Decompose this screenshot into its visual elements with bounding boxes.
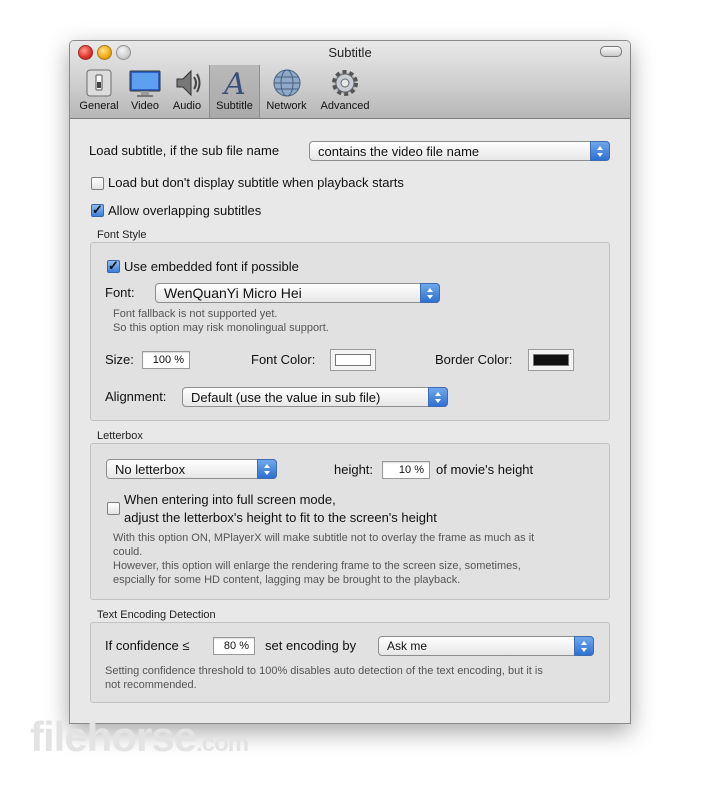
alignment-popup[interactable]: Default (use the value in sub file) — [182, 387, 448, 407]
encoding-heading: Text Encoding Detection — [97, 609, 216, 621]
watermark-logo: filehorse.com — [30, 713, 249, 761]
window-title: Subtitle — [328, 45, 372, 60]
tab-label: General — [79, 100, 119, 112]
font-label: Font: — [105, 285, 135, 300]
allow-overlap-checkbox[interactable] — [91, 202, 104, 218]
tab-label: Network — [266, 100, 307, 112]
tab-general[interactable]: General — [78, 65, 120, 118]
font-color-swatch — [335, 354, 371, 366]
svg-text:A: A — [221, 68, 246, 98]
letterbox-note1-line1: With this option ON, MPlayerX will make … — [113, 532, 535, 544]
gear-icon — [332, 70, 358, 96]
border-color-well[interactable] — [528, 349, 574, 371]
tab-label: Video — [131, 100, 159, 112]
letterbox-note1-line2: could. — [113, 546, 143, 558]
load-no-display-label: Load but don't display subtitle when pla… — [108, 175, 404, 190]
tab-label: Subtitle — [216, 100, 253, 112]
watermark-suffix: .com — [196, 730, 249, 757]
popup-value: contains the video file name — [318, 144, 480, 159]
tab-video[interactable]: Video — [124, 65, 166, 118]
tab-advanced[interactable]: Advanced — [316, 65, 374, 118]
tab-label: Advanced — [320, 100, 370, 112]
confidence-label: If confidence ≤ — [105, 638, 190, 653]
popup-arrows-icon — [590, 141, 610, 161]
popup-value: WenQuanYi Micro Hei — [164, 285, 302, 301]
fullscreen-letterbox-checkbox[interactable] — [107, 502, 120, 515]
letterbox-heading: Letterbox — [97, 430, 143, 442]
switch-icon — [86, 69, 112, 97]
monitor-icon — [129, 70, 161, 97]
tab-label: Audio — [172, 100, 202, 112]
set-encoding-label: set encoding by — [265, 638, 357, 653]
font-color-label: Font Color: — [251, 352, 316, 367]
popup-arrows-icon — [257, 459, 277, 479]
letterbox-height-field[interactable]: 10 % — [382, 461, 430, 479]
font-note-line1: Font fallback is not supported yet. — [113, 308, 278, 320]
letterbox-popup[interactable]: No letterbox — [106, 459, 277, 479]
popup-arrows-icon — [428, 387, 448, 407]
size-field[interactable]: 100 % — [142, 351, 190, 369]
speaker-icon — [176, 69, 201, 97]
alignment-label: Alignment: — [105, 389, 167, 404]
encoding-note-line2: not recommended. — [105, 679, 197, 691]
use-embedded-font-checkbox[interactable] — [107, 258, 120, 274]
load-subtitle-label: Load subtitle, if the sub file name — [89, 143, 280, 158]
encoding-note-line1: Setting confidence threshold to 100% dis… — [105, 665, 543, 677]
popup-arrows-icon — [420, 283, 440, 303]
watermark-main: filehorse — [30, 713, 197, 760]
allow-overlap-label: Allow overlapping subtitles — [108, 203, 262, 218]
letterbox-height-label: height: — [334, 462, 374, 477]
load-no-display-checkbox[interactable] — [91, 177, 104, 190]
load-subtitle-popup[interactable]: contains the video file name — [309, 141, 610, 161]
border-color-swatch — [533, 354, 569, 366]
letterbox-note2-line1: However, this option will enlarge the re… — [113, 560, 521, 572]
fullscreen-letterbox-line1: When entering into full screen mode, — [124, 492, 336, 507]
fullscreen-letterbox-line2: adjust the letterbox's height to fit to … — [124, 510, 437, 525]
font-color-well[interactable] — [330, 349, 376, 371]
popup-value: Ask me — [387, 639, 428, 653]
letterbox-note2-line2: espcially for some HD content, lagging m… — [113, 574, 461, 586]
letter-a-icon: A — [221, 68, 246, 98]
font-style-heading: Font Style — [97, 229, 147, 241]
tab-network[interactable]: Network — [261, 65, 312, 118]
tab-audio[interactable]: Audio — [168, 65, 206, 118]
size-label: Size: — [105, 352, 134, 367]
border-color-label: Border Color: — [435, 352, 513, 367]
popup-value: Default (use the value in sub file) — [191, 390, 381, 405]
globe-icon — [273, 69, 300, 97]
letterbox-height-suffix: of movie's height — [436, 462, 534, 477]
title-bar: Subtitle General Video Audio A Subtitle … — [70, 41, 630, 119]
font-popup[interactable]: WenQuanYi Micro Hei — [155, 283, 440, 303]
popup-arrows-icon — [574, 636, 594, 656]
preferences-window: Subtitle General Video Audio A Subtitle … — [69, 40, 631, 724]
use-embedded-font-label: Use embedded font if possible — [124, 259, 299, 274]
tab-subtitle[interactable]: A Subtitle — [209, 65, 260, 118]
subtitle-pane: Load subtitle, if the sub file name cont… — [70, 119, 630, 723]
encoding-popup[interactable]: Ask me — [378, 636, 594, 656]
font-note-line2: So this option may risk monolingual supp… — [113, 322, 329, 334]
confidence-field[interactable]: 80 % — [213, 637, 255, 655]
popup-value: No letterbox — [115, 462, 186, 477]
